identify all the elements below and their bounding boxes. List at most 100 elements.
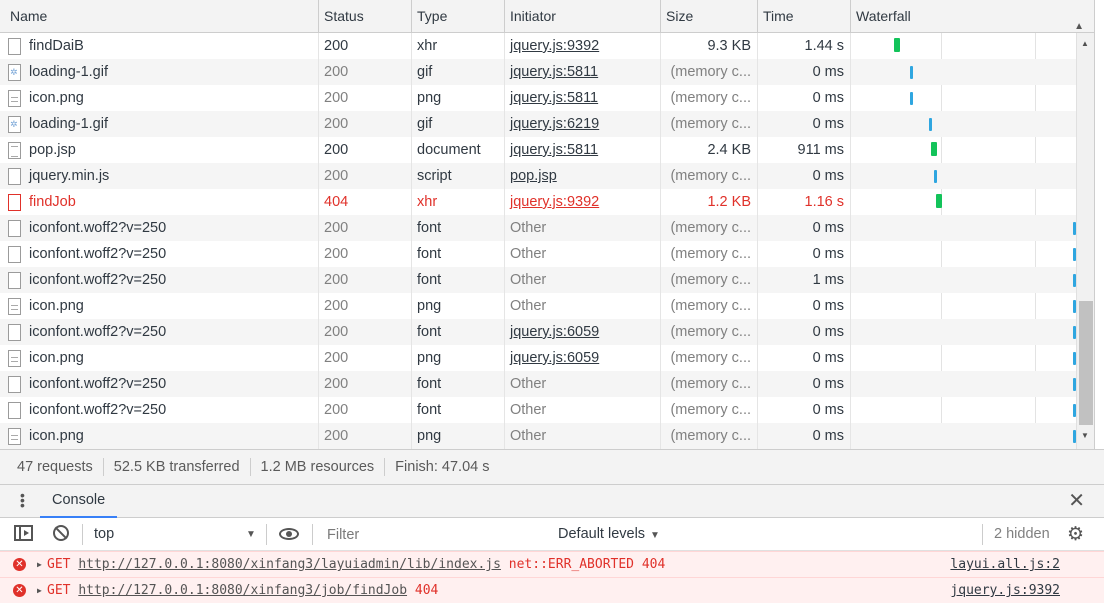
network-request-row[interactable]: icon.png 200 png Other (memory c... 0 ms xyxy=(0,293,1076,319)
message-source-link[interactable]: layui.all.js:2 xyxy=(950,552,1060,577)
request-initiator[interactable]: pop.jsp xyxy=(505,163,661,189)
file-icon xyxy=(8,245,21,263)
close-icon[interactable]: ✕ xyxy=(1068,489,1085,513)
message-method: GET xyxy=(47,583,71,598)
request-initiator: Other xyxy=(505,423,661,449)
message-source-link[interactable]: jquery.js:9392 xyxy=(950,578,1060,603)
network-request-row[interactable]: jquery.min.js 200 script pop.jsp (memory c..… xyxy=(0,163,1076,189)
network-request-row[interactable]: pop.jsp 200 document jquery.js:5811 2.4 KB 91… xyxy=(0,137,1076,163)
request-waterfall xyxy=(851,215,1076,241)
column-header-type[interactable]: Type xyxy=(412,0,505,33)
request-name-cell: iconfont.woff2?v=250 xyxy=(0,319,319,345)
console-error-message: ✕ ▶ GET http://127.0.0.1:8080/xinfang3/j… xyxy=(0,577,1104,603)
eye-icon[interactable] xyxy=(279,528,299,540)
file-icon xyxy=(8,401,21,419)
request-initiator[interactable]: jquery.js:9392 xyxy=(505,189,661,215)
filter-input[interactable] xyxy=(318,522,548,547)
column-header-name[interactable]: Name xyxy=(0,0,319,33)
request-status: 200 xyxy=(319,267,412,293)
expand-triangle-icon[interactable]: ▶ xyxy=(37,552,42,577)
toolbar-divider xyxy=(82,524,83,545)
request-waterfall xyxy=(851,137,1076,163)
network-request-row[interactable]: iconfont.woff2?v=250 200 font jquery.js:605… xyxy=(0,319,1076,345)
request-initiator[interactable]: jquery.js:5811 xyxy=(505,59,661,85)
request-time: 0 ms xyxy=(758,397,851,423)
request-type: png xyxy=(412,423,505,449)
file-icon xyxy=(8,375,21,393)
request-time: 0 ms xyxy=(758,215,851,241)
network-request-row[interactable]: iconfont.woff2?v=250 200 font Other (memory … xyxy=(0,371,1076,397)
network-request-row[interactable]: iconfont.woff2?v=250 200 font Other (memory … xyxy=(0,267,1076,293)
file-icon xyxy=(8,323,21,341)
network-scrollbar[interactable]: ▲ ▼ xyxy=(1076,33,1094,449)
column-header-time[interactable]: Time xyxy=(758,0,851,33)
expand-triangle-icon[interactable]: ▶ xyxy=(37,578,42,603)
request-size: (memory c... xyxy=(661,319,758,345)
gear-icon[interactable]: ⚙ xyxy=(1067,524,1084,545)
network-request-row[interactable]: loading-1.gif 200gifjquery.js:6219(memory… xyxy=(0,111,1076,137)
request-initiator[interactable]: jquery.js:6059 xyxy=(505,319,661,345)
request-name-cell: findDaiB xyxy=(0,33,319,59)
message-url[interactable]: http://127.0.0.1:8080/xinfang3/job/findJ… xyxy=(78,583,407,598)
request-initiator[interactable]: jquery.js:5811 xyxy=(505,137,661,163)
request-time: 0 ms xyxy=(758,85,851,111)
request-initiator[interactable]: jquery.js:5811 xyxy=(505,85,661,111)
request-name: icon.png xyxy=(29,350,84,366)
network-request-row[interactable]: icon.png 200 png jquery.js:6059 (memory c...… xyxy=(0,345,1076,371)
network-request-row[interactable]: iconfont.woff2?v=250 200 font Other (memory … xyxy=(0,241,1076,267)
request-type: font xyxy=(412,397,505,423)
request-waterfall xyxy=(851,293,1076,319)
request-time: 0 ms xyxy=(758,345,851,371)
log-levels-dropdown[interactable]: Default levels ▼ xyxy=(558,518,660,552)
scrollbar-thumb[interactable] xyxy=(1079,301,1093,425)
sidebar-toggle-icon[interactable] xyxy=(14,525,33,541)
column-header-status[interactable]: Status xyxy=(319,0,412,33)
clear-console-icon[interactable] xyxy=(53,525,69,541)
request-name-cell: icon.png xyxy=(0,423,319,449)
request-name-cell: iconfont.woff2?v=250 xyxy=(0,267,319,293)
kebab-menu-icon[interactable]: • • • xyxy=(20,488,25,512)
network-request-row[interactable]: iconfont.woff2?v=250 200 font Other (memory … xyxy=(0,215,1076,241)
request-initiator[interactable]: jquery.js:6219 xyxy=(505,111,661,137)
network-request-row[interactable]: iconfont.woff2?v=250 200 font Other (memory … xyxy=(0,397,1076,423)
summary-transferred: 52.5 KB transferred xyxy=(104,458,251,476)
network-request-row[interactable]: loading-1.gif 200gifjquery.js:5811(memory… xyxy=(0,59,1076,85)
request-size: (memory c... xyxy=(661,163,758,189)
request-status: 404 xyxy=(319,189,412,215)
column-header-initiator[interactable]: Initiator xyxy=(505,0,661,33)
request-name: iconfont.woff2?v=250 xyxy=(29,324,167,340)
column-header-size[interactable]: Size xyxy=(661,0,758,33)
message-url[interactable]: http://127.0.0.1:8080/xinfang3/layuiadmi… xyxy=(78,557,501,572)
request-initiator[interactable]: jquery.js:9392 xyxy=(505,33,661,59)
request-waterfall xyxy=(851,163,1076,189)
request-type: font xyxy=(412,267,505,293)
console-toolbar: top ▼ Default levels ▼ 2 hidden ⚙ xyxy=(0,518,1104,551)
scroll-down-icon[interactable]: ▼ xyxy=(1081,431,1089,440)
network-request-row[interactable]: icon.png 200 png jquery.js:5811 (memory c...… xyxy=(0,85,1076,111)
request-name: iconfont.woff2?v=250 xyxy=(29,402,167,418)
request-status: 200 xyxy=(319,397,412,423)
dropdown-caret-icon[interactable]: ▼ xyxy=(246,518,256,551)
network-request-row[interactable]: icon.png 200 png Other (memory c... 0 ms xyxy=(0,423,1076,449)
request-time: 0 ms xyxy=(758,59,851,85)
request-time: 0 ms xyxy=(758,241,851,267)
request-type: png xyxy=(412,345,505,371)
context-selector[interactable]: top xyxy=(94,518,114,551)
waterfall-bar xyxy=(934,170,937,183)
network-request-row[interactable]: findDaiB 200 xhr jquery.js:9392 9.3 KB 1.44 s xyxy=(0,33,1076,59)
network-request-row[interactable]: findJob 404 xhr jquery.js:9392 1.2 KB 1.16 s xyxy=(0,189,1076,215)
request-waterfall xyxy=(851,371,1076,397)
request-size: 9.3 KB xyxy=(661,33,758,59)
request-time: 1.44 s xyxy=(758,33,851,59)
request-type: png xyxy=(412,293,505,319)
scroll-up-icon[interactable]: ▲ xyxy=(1081,39,1089,48)
request-type: font xyxy=(412,241,505,267)
file-icon xyxy=(8,219,21,237)
request-initiator[interactable]: jquery.js:6059 xyxy=(505,345,661,371)
tab-console[interactable]: Console xyxy=(40,485,118,518)
network-request-list: findDaiB 200 xhr jquery.js:9392 9.3 KB 1.44 s… xyxy=(0,33,1076,449)
request-name-cell: iconfont.woff2?v=250 xyxy=(0,241,319,267)
error-icon: ✕ xyxy=(13,558,26,571)
request-size: 1.2 KB xyxy=(661,189,758,215)
column-header-waterfall[interactable]: Waterfall ▲ xyxy=(851,0,1094,33)
